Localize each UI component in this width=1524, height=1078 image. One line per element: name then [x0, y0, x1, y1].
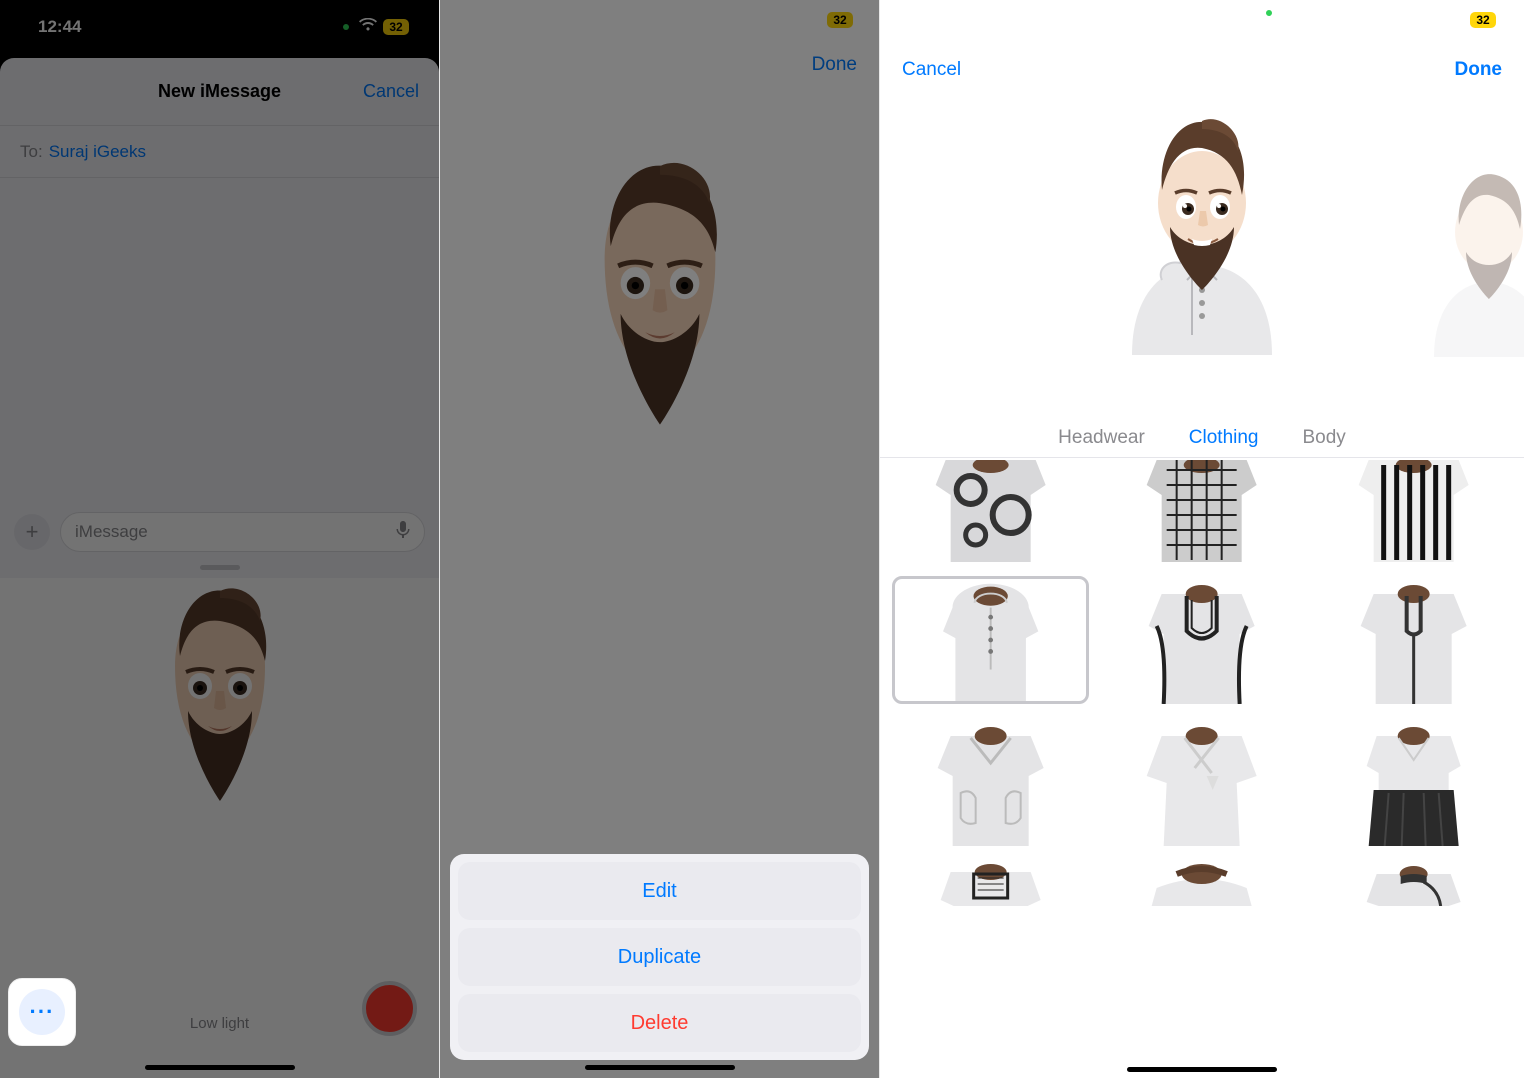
- clothing-item-hakama[interactable]: [1315, 718, 1512, 846]
- tab-clothing[interactable]: Clothing: [1189, 427, 1259, 449]
- clothing-item-blouse-square[interactable]: [892, 860, 1089, 906]
- clothing-item-top-offshoulder[interactable]: [1103, 860, 1300, 906]
- memoji-options-button[interactable]: ···: [8, 978, 76, 1046]
- duplicate-action[interactable]: Duplicate: [458, 928, 861, 986]
- editor-nav: Cancel Done: [880, 50, 1524, 90]
- phone-2-action-sheet: 32 Done Edit Duplicate Delete: [440, 0, 880, 1078]
- status-bar: 32: [1470, 12, 1496, 28]
- clothing-grid[interactable]: [880, 460, 1524, 1064]
- action-sheet: Edit Duplicate Delete: [450, 854, 869, 1060]
- camera-indicator-icon: [1266, 10, 1272, 16]
- tab-headwear[interactable]: Headwear: [1058, 427, 1145, 449]
- phone-3-memoji-editor: 32 Cancel Done: [880, 0, 1524, 1078]
- phone-1-imessage: 12:44 32 New iMessage Cancel To: Suraj i…: [0, 0, 440, 1078]
- clothing-item-pattern-geometric[interactable]: [1103, 460, 1300, 562]
- done-button[interactable]: Done: [1455, 59, 1503, 81]
- edit-action[interactable]: Edit: [458, 862, 861, 920]
- category-tabs: Headwear Clothing Body: [880, 418, 1524, 458]
- dim-overlay: [0, 0, 439, 1078]
- memoji-preview-area[interactable]: [880, 90, 1524, 375]
- clothing-item-hanbok[interactable]: [1103, 718, 1300, 846]
- home-indicator[interactable]: [1127, 1067, 1277, 1072]
- ellipsis-icon: ···: [19, 989, 65, 1035]
- memoji-preview-next: [1414, 157, 1524, 357]
- tab-body[interactable]: Body: [1303, 427, 1346, 449]
- battery-icon: 32: [1470, 12, 1496, 28]
- clothing-item-robe-pockets[interactable]: [892, 718, 1089, 846]
- clothing-item-pattern-stripes[interactable]: [1315, 460, 1512, 562]
- clothing-item-tunic-embroidered[interactable]: [1103, 576, 1300, 704]
- delete-action[interactable]: Delete: [458, 994, 861, 1052]
- clothing-item-cheongsam[interactable]: [1315, 860, 1512, 906]
- cancel-button[interactable]: Cancel: [902, 59, 961, 81]
- clothing-item-pattern-circles[interactable]: [892, 460, 1089, 562]
- clothing-item-hoodie-buttons[interactable]: [892, 576, 1089, 704]
- memoji-preview-main: [1062, 95, 1342, 375]
- clothing-item-tunic-piping[interactable]: [1315, 576, 1512, 704]
